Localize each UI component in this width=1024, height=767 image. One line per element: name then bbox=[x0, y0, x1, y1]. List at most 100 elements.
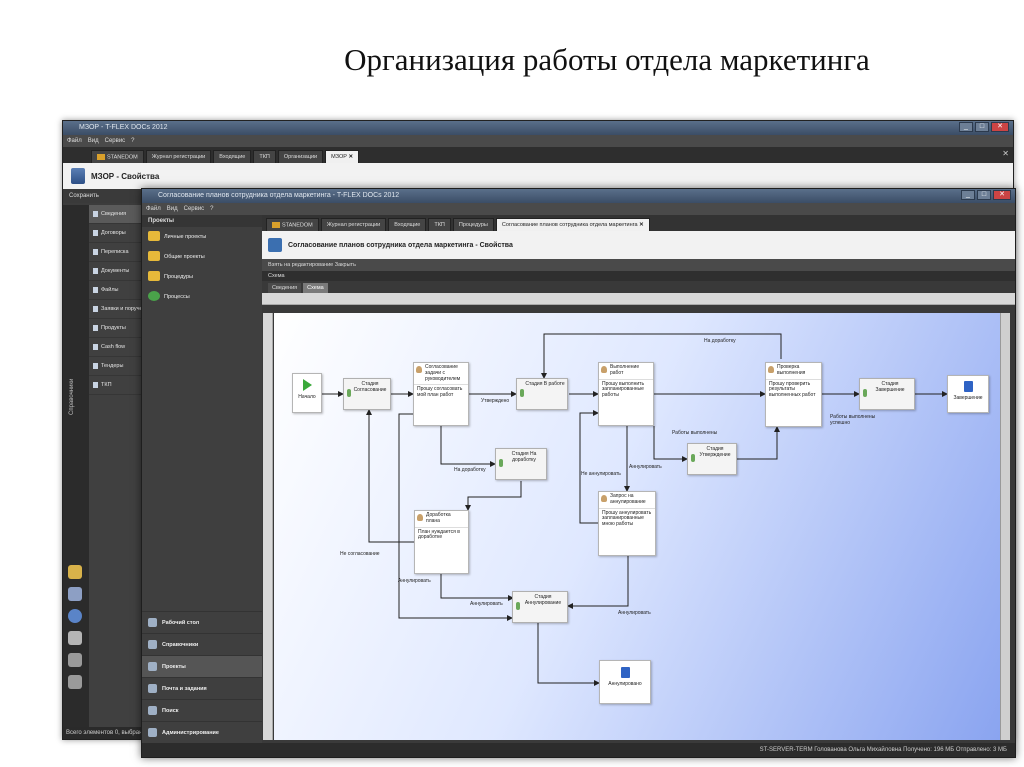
close-button[interactable]: ✕ bbox=[991, 122, 1009, 132]
sidebar-item-documents[interactable]: Документы bbox=[89, 262, 143, 281]
sidebar-item-correspondence[interactable]: Переписка bbox=[89, 243, 143, 262]
tab-journal[interactable]: Журнал регистрации bbox=[145, 150, 212, 163]
tab-incoming[interactable]: Входящие bbox=[388, 218, 427, 231]
nav-shared-projects[interactable]: Общие проекты bbox=[142, 247, 262, 267]
menu-help[interactable]: ? bbox=[210, 203, 213, 215]
nav-processes[interactable]: Процессы bbox=[142, 287, 262, 307]
sidebar-item-requests[interactable]: Заявки и поручения bbox=[89, 300, 143, 319]
nav-search[interactable]: Поиск bbox=[142, 699, 262, 721]
diagram-left-toolbar[interactable] bbox=[263, 313, 273, 740]
tab-procedures[interactable]: Процедуры bbox=[452, 218, 494, 231]
menu-file[interactable]: Файл bbox=[67, 135, 82, 147]
sidebar-item-tenders[interactable]: Тендеры bbox=[89, 357, 143, 376]
menu-service[interactable]: Сервис bbox=[184, 203, 205, 215]
cancel-request-node[interactable]: Запрос на аннулирование Прошу аннулирова… bbox=[598, 491, 656, 556]
stage-approve-node[interactable]: Стадия Утверждение bbox=[687, 443, 737, 475]
edge-label: Аннулировать bbox=[470, 601, 503, 607]
check-node[interactable]: Проверка выполнения Прошу проверить резу… bbox=[765, 362, 822, 427]
exec-node[interactable]: Выполнение работ Прошу выполнить заплани… bbox=[598, 362, 654, 426]
menu-view[interactable]: Вид bbox=[88, 135, 99, 147]
nav-desktop[interactable]: Рабочий стол bbox=[142, 611, 262, 633]
tab-label: Процедуры bbox=[458, 222, 488, 228]
desktop-icon[interactable] bbox=[68, 565, 82, 579]
close-button[interactable]: ✕ bbox=[993, 190, 1011, 200]
mail-icon[interactable] bbox=[68, 631, 82, 645]
nav-procedures[interactable]: Процедуры bbox=[142, 267, 262, 287]
minimize-button[interactable]: _ bbox=[959, 122, 973, 132]
tab-tkp[interactable]: ТКП bbox=[253, 150, 276, 163]
tab-label: Входящие bbox=[394, 222, 421, 228]
save-button[interactable]: Сохранить bbox=[69, 189, 99, 203]
tab-tkp[interactable]: ТКП bbox=[428, 218, 451, 231]
diagram-toolbar[interactable] bbox=[262, 293, 1015, 305]
node-label: Аннулировано bbox=[608, 681, 642, 687]
menu-view[interactable]: Вид bbox=[167, 203, 178, 215]
tab-procedure-plan[interactable]: Согласование планов сотрудника отдела ма… bbox=[495, 218, 650, 231]
sidebar-item-files[interactable]: Файлы bbox=[89, 281, 143, 300]
nav-mail-tasks[interactable]: Почта и задания bbox=[142, 677, 262, 699]
stage-agree-node[interactable]: Стадия Согласование bbox=[343, 378, 391, 410]
edge-label: Утверждено bbox=[481, 398, 510, 404]
menu-file[interactable]: Файл bbox=[146, 203, 161, 215]
subtab-schema[interactable]: Схема bbox=[303, 283, 328, 293]
menu-help[interactable]: ? bbox=[131, 135, 134, 147]
properties-header: Согласование планов сотрудника отдела ма… bbox=[262, 231, 1015, 259]
stage-cancel-node[interactable]: Стадия Аннулирование bbox=[512, 591, 568, 623]
tab-label: Журнал регистрации bbox=[326, 222, 381, 228]
admin-icon[interactable] bbox=[68, 675, 82, 689]
canceled-node[interactable]: Аннулировано bbox=[599, 660, 651, 704]
search-icon[interactable] bbox=[68, 653, 82, 667]
close-tabs-icon[interactable]: ✕ bbox=[1002, 149, 1009, 158]
node-title: Согласование задачи с руководителем bbox=[414, 363, 468, 386]
tab-label: ТКП bbox=[259, 154, 270, 160]
start-node[interactable]: Начало bbox=[292, 373, 322, 413]
tab-incoming[interactable]: Входящие bbox=[213, 150, 252, 163]
stage-work-node[interactable]: Стадия В работе bbox=[516, 378, 568, 410]
edit-toolbar[interactable]: Взять на редактирование Закрыть bbox=[262, 259, 1015, 271]
nav-head: Проекты bbox=[142, 215, 262, 227]
tab-organizations[interactable]: Организации bbox=[277, 150, 324, 163]
nav-projects[interactable]: Проекты bbox=[142, 655, 262, 677]
edge-annul-cancel bbox=[567, 556, 629, 609]
projects-nav: Проекты Личные проекты Общие проекты Про… bbox=[142, 215, 262, 743]
tab-stanedom[interactable]: STANEDOM bbox=[266, 218, 319, 231]
projects-icon[interactable] bbox=[68, 609, 82, 623]
agree-task-node[interactable]: Согласование задачи с руководителем Прош… bbox=[413, 362, 469, 426]
tab-close-icon[interactable]: ✕ bbox=[348, 154, 353, 160]
rework-plan-node[interactable]: Доработка плана План нуждается в доработ… bbox=[414, 510, 469, 574]
left-nav-strip: Справочники bbox=[63, 205, 89, 739]
sidebar-item-tkp[interactable]: ТКП bbox=[89, 376, 143, 395]
menu-service[interactable]: Сервис bbox=[105, 135, 126, 147]
edge-label: На доработку bbox=[704, 338, 736, 344]
nav-references[interactable]: Справочники bbox=[142, 633, 262, 655]
end-node[interactable]: Завершение bbox=[947, 375, 989, 413]
sidebar-item-cashflow[interactable]: Cash flow bbox=[89, 338, 143, 357]
edge-label: Аннулировать bbox=[629, 464, 662, 470]
tab-close-icon[interactable]: ✕ bbox=[639, 222, 644, 228]
folder-icon bbox=[272, 222, 280, 228]
subtab-info[interactable]: Сведения bbox=[268, 283, 302, 293]
edge-label: Работы выполнены bbox=[672, 430, 718, 436]
tab-stanedom[interactable]: STANEDOM bbox=[91, 150, 144, 163]
tab-label: Организации bbox=[283, 154, 318, 160]
sidebar-item-contracts[interactable]: Договоры bbox=[89, 224, 143, 243]
minimize-button[interactable]: _ bbox=[961, 190, 975, 200]
vertical-scrollbar[interactable] bbox=[1000, 313, 1010, 740]
document-tabs: STANEDOM Журнал регистрации Входящие ТКП… bbox=[63, 147, 1013, 163]
status-bar: ST-SERVER-TERM Голованова Ольга Михайлов… bbox=[142, 743, 1015, 757]
properties-sidebar: Сведения Договоры Переписка Документы Фа… bbox=[89, 205, 143, 727]
nav-personal-projects[interactable]: Личные проекты bbox=[142, 227, 262, 247]
nav-administration[interactable]: Администрирование bbox=[142, 721, 262, 743]
diagram-canvas[interactable]: Начало Стадия Согласование Согласование … bbox=[274, 313, 1000, 740]
sidebar-item-info[interactable]: Сведения bbox=[89, 205, 143, 224]
tab-mzor[interactable]: МЗОР ✕ bbox=[325, 150, 360, 163]
stage-done-node[interactable]: Стадия Завершение bbox=[859, 378, 915, 410]
stage-rework-node[interactable]: Стадия На доработку bbox=[495, 448, 547, 480]
reference-icon[interactable] bbox=[68, 587, 82, 601]
window-titlebar: Согласование планов сотрудника отдела ма… bbox=[142, 189, 1015, 203]
document-icon bbox=[963, 381, 973, 392]
sidebar-item-products[interactable]: Продукты bbox=[89, 319, 143, 338]
maximize-button[interactable]: □ bbox=[975, 122, 989, 132]
maximize-button[interactable]: □ bbox=[977, 190, 991, 200]
tab-journal[interactable]: Журнал регистрации bbox=[320, 218, 387, 231]
